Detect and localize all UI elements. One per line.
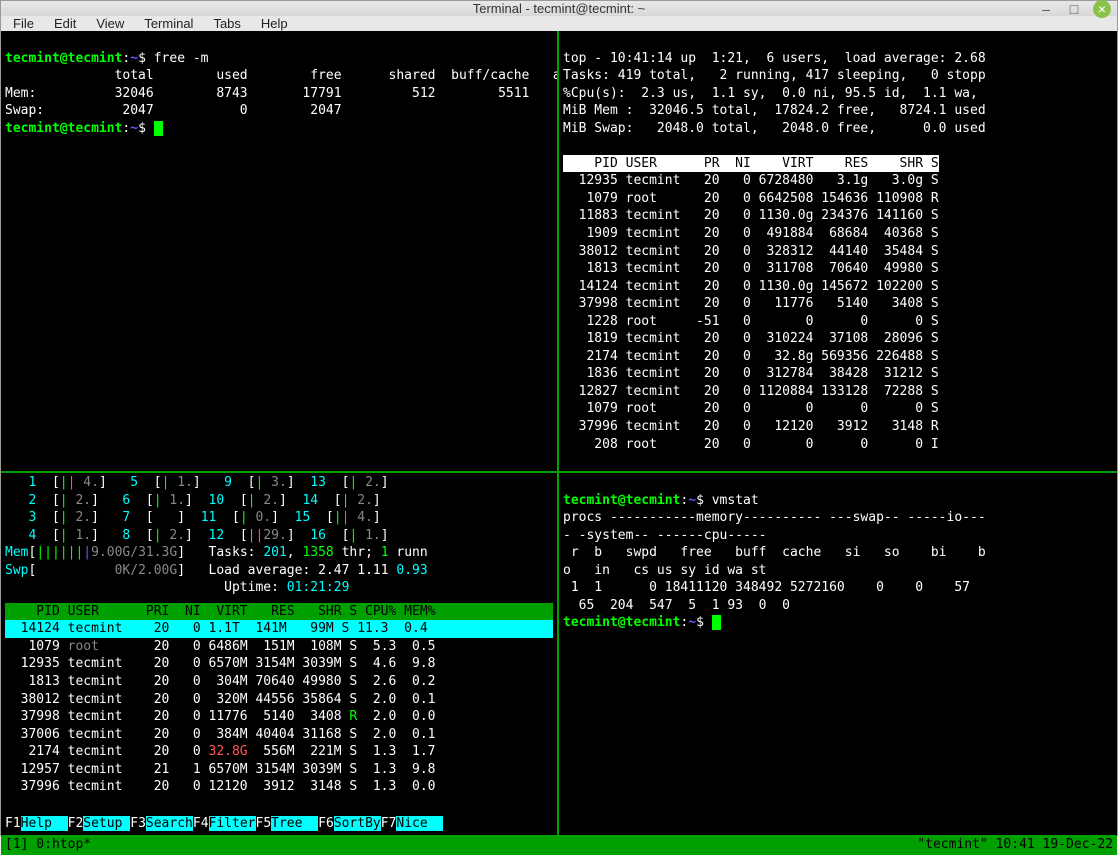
- top-row: 1079 root 20 0 6642508 154636 110908 R: [563, 190, 1113, 208]
- menu-edit[interactable]: Edit: [54, 16, 76, 31]
- top-row: 37998 tecmint 20 0 11776 5140 3408 S: [563, 295, 1113, 313]
- pane-free[interactable]: tecmint@tecmint:~$ free -m total used fr…: [1, 31, 559, 473]
- top-row: 1228 root -51 0 0 0 0 S: [563, 313, 1113, 331]
- top-row: 208 root 20 0 0 0 0 I: [563, 436, 1113, 454]
- htop-row: 12935 tecmint 20 0 6570M 3154M 3039M S 4…: [5, 655, 553, 673]
- tmux-status-right: "tecmint" 10:41 19-Dec-22: [917, 837, 1113, 852]
- menu-view[interactable]: View: [96, 16, 124, 31]
- htop-row: 37996 tecmint 20 0 12120 3912 3148 S 1.3…: [5, 778, 553, 796]
- cpu-bars: 1 [|| 4.] 5 [| 1.] 9 [| 3.] 13 [| 2.] 2 …: [5, 474, 553, 544]
- htop-process-list: 1079 root 20 0 6486M 151M 108M S 5.3 0.5…: [5, 638, 553, 796]
- htop-function-keys: F1Help F2Setup F3SearchF4FilterF5Tree F6…: [5, 815, 553, 833]
- tmux-status-left: [1] 0:htop*: [5, 837, 91, 852]
- terminal-window: Terminal - tecmint@tecmint: ~ – □ × File…: [0, 0, 1118, 836]
- close-icon[interactable]: ×: [1093, 0, 1111, 18]
- htop-selected-row: 14124 tecmint 20 0 1.1T 141M 99M S 11.3 …: [5, 620, 553, 638]
- top-row: 1813 tecmint 20 0 311708 70640 49980 S: [563, 260, 1113, 278]
- top-row: 1909 tecmint 20 0 491884 68684 40368 S: [563, 225, 1113, 243]
- top-row: 1819 tecmint 20 0 310224 37108 28096 S: [563, 330, 1113, 348]
- pane-top[interactable]: top - 10:41:14 up 1:21, 6 users, load av…: [559, 31, 1117, 473]
- minimize-icon[interactable]: –: [1037, 0, 1055, 18]
- menubar: File Edit View Terminal Tabs Help: [1, 16, 1117, 31]
- top-row: 38012 tecmint 20 0 328312 44140 35484 S: [563, 243, 1113, 261]
- htop-row: 12957 tecmint 21 1 6570M 3154M 3039M S 1…: [5, 761, 553, 779]
- top-process-list: 12935 tecmint 20 0 6728480 3.1g 3.0g S 1…: [563, 172, 1113, 453]
- top-row: 2174 tecmint 20 0 32.8g 569356 226488 S: [563, 348, 1113, 366]
- top-row: 12935 tecmint 20 0 6728480 3.1g 3.0g S: [563, 172, 1113, 190]
- htop-header: PID USER PRI NI VIRT RES SHR S CPU% MEM%: [5, 603, 553, 621]
- htop-row: 37006 tecmint 20 0 384M 40404 31168 S 2.…: [5, 726, 553, 744]
- htop-row: 38012 tecmint 20 0 320M 44556 35864 S 2.…: [5, 691, 553, 709]
- maximize-icon[interactable]: □: [1065, 0, 1083, 18]
- cmd-free: free -m: [154, 51, 209, 66]
- htop-row: 37998 tecmint 20 0 11776 5140 3408 R 2.0…: [5, 708, 553, 726]
- top-header: PID USER PR NI VIRT RES SHR S: [563, 155, 939, 173]
- pane-vmstat[interactable]: tecmint@tecmint:~$ vmstat procs --------…: [559, 473, 1117, 835]
- top-row: 1079 root 20 0 0 0 0 S: [563, 400, 1113, 418]
- top-row: 37996 tecmint 20 0 12120 3912 3148 R: [563, 418, 1113, 436]
- menu-help[interactable]: Help: [261, 16, 288, 31]
- cursor: [154, 121, 163, 136]
- cursor: [712, 615, 721, 630]
- window-title: Terminal - tecmint@tecmint: ~: [473, 1, 646, 16]
- htop-row: 1079 root 20 0 6486M 151M 108M S 5.3 0.5: [5, 638, 553, 656]
- titlebar[interactable]: Terminal - tecmint@tecmint: ~ – □ ×: [1, 1, 1117, 16]
- htop-row: 1813 tecmint 20 0 304M 70640 49980 S 2.6…: [5, 673, 553, 691]
- menu-terminal[interactable]: Terminal: [144, 16, 193, 31]
- terminal-content[interactable]: tecmint@tecmint:~$ free -m total used fr…: [1, 31, 1117, 855]
- top-row: 14124 tecmint 20 0 1130.0g 145672 102200…: [563, 278, 1113, 296]
- cmd-vmstat: vmstat: [712, 493, 759, 508]
- tmux-status-bar: [1] 0:htop* "tecmint" 10:41 19-Dec-22: [1, 835, 1117, 855]
- menu-tabs[interactable]: Tabs: [213, 16, 240, 31]
- menu-file[interactable]: File: [13, 16, 34, 31]
- top-row: 1836 tecmint 20 0 312784 38428 31212 S: [563, 365, 1113, 383]
- pane-htop[interactable]: 1 [|| 4.] 5 [| 1.] 9 [| 3.] 13 [| 2.] 2 …: [1, 473, 559, 835]
- top-row: 12827 tecmint 20 0 1120884 133128 72288 …: [563, 383, 1113, 401]
- htop-row: 2174 tecmint 20 0 32.8G 556M 221M S 1.3 …: [5, 743, 553, 761]
- top-row: 11883 tecmint 20 0 1130.0g 234376 141160…: [563, 207, 1113, 225]
